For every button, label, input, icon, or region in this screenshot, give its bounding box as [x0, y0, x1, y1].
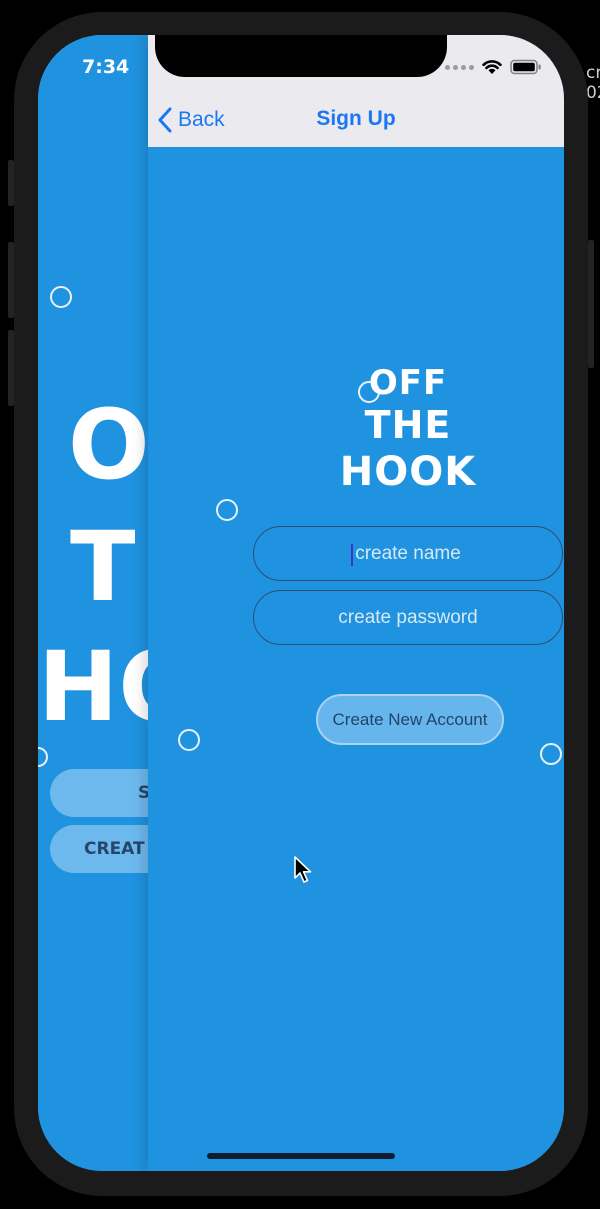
logo-line-3: HOOK [339, 449, 477, 495]
mute-switch [8, 160, 14, 206]
status-icons [445, 59, 542, 75]
signup-screen: Back Sign Up OFF THE HOOK Create New Acc… [148, 35, 564, 1171]
password-field[interactable] [253, 590, 563, 645]
previous-create-button[interactable]: CREAT [50, 825, 148, 873]
previous-logo-line-3: HO [38, 631, 148, 743]
previous-screen: O T HO S CREAT [38, 35, 148, 1171]
device-notch [155, 35, 447, 77]
bubble-decoration [50, 286, 72, 308]
bubble-decoration [216, 499, 238, 521]
mouse-cursor-icon [294, 856, 312, 883]
signal-dots-icon [445, 64, 474, 70]
volume-up-button [8, 242, 14, 318]
bubble-decoration [178, 729, 200, 751]
home-indicator[interactable] [207, 1153, 395, 1159]
text-caret [351, 544, 353, 566]
password-input[interactable] [254, 605, 562, 630]
previous-logo-line-2: T [70, 511, 136, 623]
wifi-icon [482, 60, 502, 74]
logo-line-2: THE [364, 403, 452, 447]
page-title: Sign Up [316, 107, 396, 130]
previous-logo-line-1: O [68, 389, 148, 501]
bubble-decoration [540, 743, 562, 765]
app-logo: OFF THE HOOK [308, 363, 508, 503]
name-field[interactable] [253, 526, 563, 581]
bubble-decoration [38, 747, 48, 767]
previous-signin-button[interactable]: S [50, 769, 148, 817]
name-input[interactable] [254, 541, 562, 566]
battery-icon [510, 59, 541, 75]
navigation-bar: Back Sign Up [148, 35, 564, 147]
edge-text-1: cr [586, 63, 600, 83]
volume-down-button [8, 330, 14, 406]
device-screen: O T HO S CREAT 7:34 [38, 35, 564, 1171]
create-account-button[interactable]: Create New Account [316, 694, 504, 745]
logo-line-1: OFF [368, 363, 448, 403]
power-button [588, 240, 594, 368]
status-time: 7:34 [82, 56, 130, 78]
edge-text-2: 02 [586, 83, 600, 103]
